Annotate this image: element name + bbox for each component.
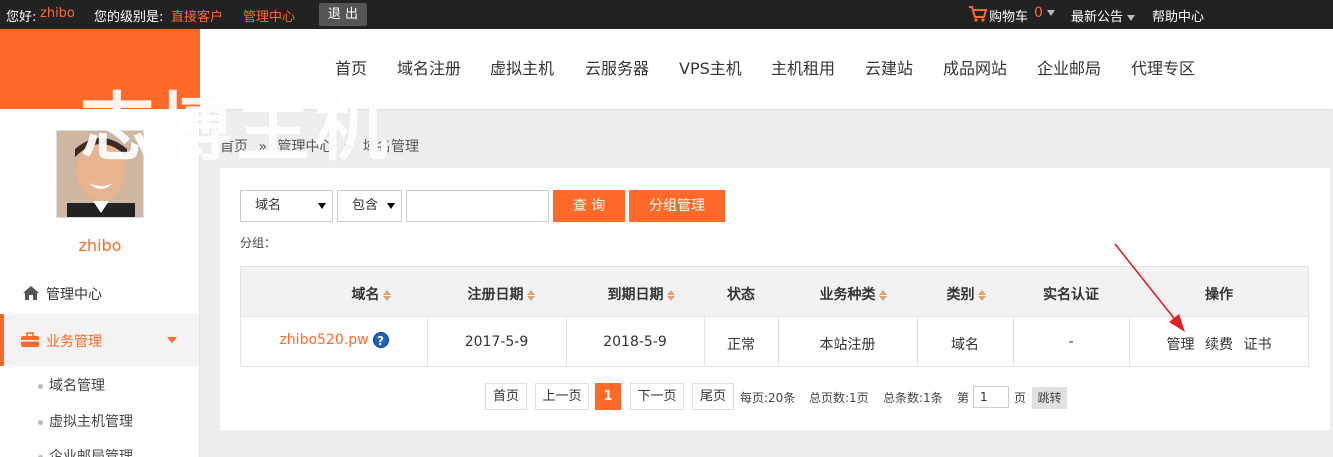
goto-suffix: 页 xyxy=(1014,391,1027,405)
group-manage-button[interactable]: 分组管理 xyxy=(629,190,725,222)
nav-cloud-site[interactable]: 云建站 xyxy=(865,29,913,109)
query-button[interactable]: 查 询 xyxy=(553,190,625,222)
sort-icon xyxy=(382,289,391,301)
chevron-down-icon xyxy=(1127,14,1136,21)
top-bar: 您好: zhibo 您的级别是: 直接客户 管理中心 退 出 购物车 0 最新公… xyxy=(0,0,1333,29)
help-icon[interactable]: ? xyxy=(372,332,389,348)
total-items-text: 总条数:1条 xyxy=(883,391,943,405)
logout-button[interactable]: 退 出 xyxy=(319,3,367,26)
table-row-reg-date: 2017-5-9 xyxy=(464,334,529,350)
annotation-arrow-icon xyxy=(1114,243,1185,332)
level-value: 直接客户 xyxy=(171,10,224,25)
nav-ready-site[interactable]: 成品网站 xyxy=(943,29,1007,109)
sidebar-username: zhibo xyxy=(78,236,122,255)
greeting-label: 您好: xyxy=(6,10,37,25)
help-center-link[interactable]: 帮助中心 xyxy=(1152,6,1204,25)
th-exp-date[interactable]: 到期日期 xyxy=(581,284,701,304)
caret-down-icon xyxy=(387,203,395,209)
table-row-exp-date: 2018-5-9 xyxy=(603,334,667,350)
domain-link[interactable]: zhibo520.pw xyxy=(279,332,368,348)
group-label: 分组： xyxy=(240,236,277,250)
goto-prefix: 第 xyxy=(957,391,970,405)
renew-link[interactable]: 续费 xyxy=(1205,337,1233,353)
page-current-button[interactable]: 1 xyxy=(595,383,621,410)
level-label: 您的级别是: xyxy=(94,10,164,25)
chevron-down-icon xyxy=(1046,10,1055,16)
manage-link[interactable]: 管理 xyxy=(1167,337,1195,353)
sidebar-sub-mail[interactable]: 企业邮局管理 xyxy=(38,446,133,457)
th-domain[interactable]: 域名 xyxy=(311,284,431,304)
query-input[interactable] xyxy=(406,190,549,222)
sort-icon xyxy=(977,289,986,301)
table-row-domain: zhibo520.pw? xyxy=(241,332,427,348)
greeting-username: zhibo xyxy=(40,6,75,21)
sort-icon xyxy=(666,289,675,301)
total-pages-text: 总页数:1页 xyxy=(809,391,869,405)
sidebar-sub-domain[interactable]: 域名管理 xyxy=(38,375,105,395)
cart-icon xyxy=(969,6,987,22)
cart-count[interactable]: 0 xyxy=(1034,5,1055,21)
bullet-icon xyxy=(38,419,43,425)
nav-cloud-server[interactable]: 云服务器 xyxy=(585,29,649,109)
table-row-business-type: 本站注册 xyxy=(819,337,876,353)
jump-button[interactable]: 跳转 xyxy=(1032,387,1067,409)
sidebar-item-home[interactable]: 管理中心 xyxy=(0,282,199,304)
nav-enterprise-mail[interactable]: 企业邮局 xyxy=(1037,29,1101,109)
bullet-icon xyxy=(38,383,43,389)
th-reg-date[interactable]: 注册日期 xyxy=(441,284,561,304)
nav-virtual-host[interactable]: 虚拟主机 xyxy=(490,29,554,109)
caret-down-icon xyxy=(167,337,177,343)
table-row-category: 域名 xyxy=(951,337,979,353)
sidebar-item-label: 管理中心 xyxy=(46,287,102,303)
news-menu[interactable]: 最新公告 xyxy=(1071,6,1136,25)
sidebar-item-business[interactable]: 业务管理 xyxy=(0,314,199,366)
goto-page-input[interactable]: 1 xyxy=(973,386,1009,408)
field-select[interactable]: 域名 xyxy=(240,190,333,222)
home-icon xyxy=(23,286,39,300)
caret-down-icon xyxy=(318,203,326,209)
briefcase-icon xyxy=(21,332,39,347)
match-select-value: 包含 xyxy=(352,198,379,213)
nav-agent-zone[interactable]: 代理专区 xyxy=(1131,29,1195,109)
th-business-type[interactable]: 业务种类 xyxy=(788,284,918,304)
nav-host-rental[interactable]: 主机租用 xyxy=(771,29,835,109)
nav-domain-register[interactable]: 域名注册 xyxy=(397,29,461,109)
per-page-text: 每页:20条 xyxy=(740,391,796,405)
page-next-button[interactable]: 下一页 xyxy=(630,383,684,410)
certificate-link[interactable]: 证书 xyxy=(1243,337,1271,353)
page-prev-button[interactable]: 上一页 xyxy=(535,383,589,410)
nav-vps-host[interactable]: VPS主机 xyxy=(679,29,742,109)
field-select-value: 域名 xyxy=(255,198,282,213)
sidebar-sub-virtual-host[interactable]: 虚拟主机管理 xyxy=(38,411,133,431)
admin-center-link[interactable]: 管理中心 xyxy=(243,6,295,25)
page-first-button[interactable]: 首页 xyxy=(485,383,527,410)
table-row-status: 正常 xyxy=(727,337,755,353)
th-category[interactable]: 类别 xyxy=(921,284,1011,304)
brand-watermark: 志博主机 xyxy=(80,85,392,171)
page-last-button[interactable]: 尾页 xyxy=(692,383,734,410)
sort-icon xyxy=(526,289,535,301)
sort-icon xyxy=(878,289,887,301)
th-status: 状态 xyxy=(727,287,755,303)
cart-link[interactable]: 购物车 xyxy=(989,6,1028,25)
sidebar-item-label: 业务管理 xyxy=(46,334,102,350)
match-select[interactable]: 包含 xyxy=(337,190,402,222)
